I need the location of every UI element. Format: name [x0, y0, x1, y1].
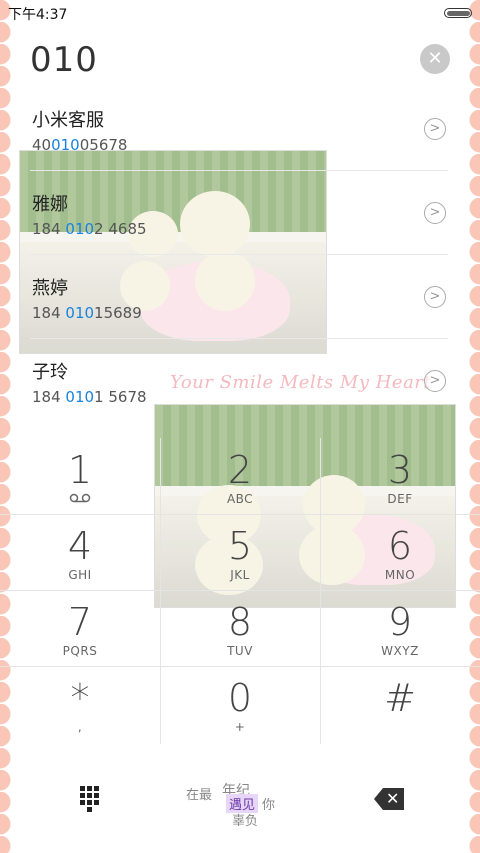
key-8[interactable]: 8 TUV [160, 590, 320, 666]
contact-number: 184 0102 4685 [32, 220, 147, 238]
key-5[interactable]: 5 JKL [160, 514, 320, 590]
key-2[interactable]: 2 ABC [160, 438, 320, 514]
contact-item[interactable]: 燕婷 184 01015689 > [30, 264, 450, 348]
contact-number: 184 0101 5678 [32, 388, 147, 406]
contact-number: 184 01015689 [32, 304, 142, 322]
key-hash[interactable]: # [320, 666, 480, 742]
chevron-right-circle-icon[interactable]: > [424, 118, 446, 140]
backspace-icon[interactable]: ✕ [374, 788, 404, 810]
contact-item[interactable]: 子玲 184 0101 5678 > [30, 348, 450, 432]
key-4[interactable]: 4 GHI [0, 514, 160, 590]
voicemail-icon [0, 492, 160, 506]
contact-name: 雅娜 [32, 194, 68, 215]
status-bar: 下午4:37 [0, 0, 480, 26]
contact-name: 燕婷 [32, 278, 68, 299]
dialed-number[interactable]: 010 [30, 40, 98, 80]
contact-name: 小米客服 [32, 110, 104, 131]
key-star[interactable]: * , [0, 666, 160, 742]
decorative-calligraphy-text: 在最 年纪 遇见 你 辜负 [186, 783, 276, 829]
key-9[interactable]: 9 WXYZ [320, 590, 480, 666]
chevron-right-circle-icon[interactable]: > [424, 286, 446, 308]
battery-icon [444, 8, 472, 18]
dial-keypad: 1 2 ABC 3 DEF 4 GHI 5 JKL 6 MNO 7 PQRS 8… [0, 438, 480, 744]
contact-item[interactable]: 雅娜 184 0102 4685 > [30, 180, 450, 264]
chevron-right-circle-icon[interactable]: > [424, 370, 446, 392]
status-time: 下午4:37 [8, 7, 68, 23]
key-1[interactable]: 1 [0, 438, 160, 514]
contact-name: 子玲 [32, 362, 68, 383]
contact-number: 4001005678 [32, 136, 128, 154]
bottom-action-bar: 在最 年纪 遇见 你 辜负 ✕ [0, 744, 480, 853]
chevron-right-circle-icon[interactable]: > [424, 202, 446, 224]
key-0[interactable]: 0 + [160, 666, 320, 742]
key-7[interactable]: 7 PQRS [0, 590, 160, 666]
clear-number-button[interactable]: ✕ [420, 44, 450, 74]
keypad-grid-icon[interactable] [80, 786, 104, 812]
key-3[interactable]: 3 DEF [320, 438, 480, 514]
clear-x-icon: ✕ [427, 48, 443, 69]
key-6[interactable]: 6 MNO [320, 514, 480, 590]
contact-item[interactable]: 小米客服 4001005678 > [30, 96, 450, 180]
